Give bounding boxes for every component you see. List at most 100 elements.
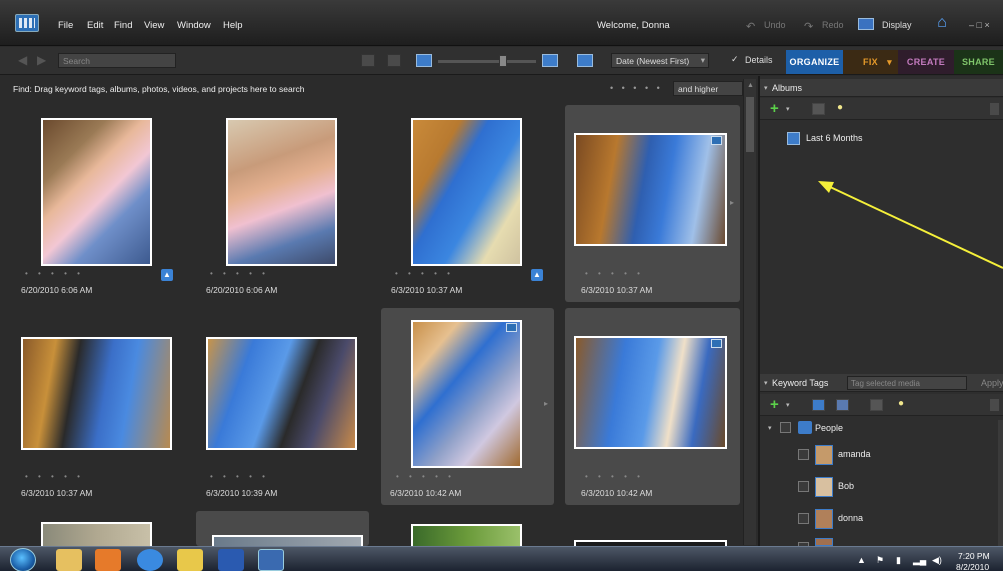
tab-organize[interactable]: ORGANIZE (786, 50, 843, 74)
edit-album-icon[interactable] (812, 103, 825, 115)
donna-checkbox[interactable] (798, 513, 809, 524)
menu-window[interactable]: Window (177, 20, 211, 31)
expand-stack-icon[interactable]: ▸ (730, 198, 734, 207)
thumbnail-small-icon[interactable] (416, 54, 432, 67)
rating-stars[interactable]: • • • • • (25, 269, 84, 278)
redo-icon[interactable]: ↷ (804, 20, 813, 33)
rating-stars[interactable]: • • • • • (25, 472, 84, 481)
home-icon[interactable]: ⌂ (932, 14, 952, 32)
add-keyword-dropdown-icon[interactable]: ▾ (786, 401, 790, 409)
keyword-donna[interactable]: donna (838, 513, 863, 523)
grid-scrollbar-thumb[interactable] (746, 97, 754, 152)
bob-checkbox[interactable] (798, 481, 809, 492)
menu-edit[interactable]: Edit (87, 20, 103, 31)
rating-stars[interactable]: • • • • • (210, 269, 269, 278)
photo-thumbnail[interactable] (574, 133, 727, 246)
photo-thumbnail[interactable] (574, 336, 727, 449)
keyword-bob[interactable]: Bob (838, 481, 854, 491)
display-button[interactable]: Display (882, 20, 912, 30)
add-album-icon[interactable]: + (770, 100, 779, 117)
albums-header[interactable]: ▾ Albums (760, 79, 1003, 97)
photo-thumbnail[interactable] (226, 118, 337, 266)
keyword-amanda[interactable]: amanda (838, 449, 871, 459)
window-controls[interactable]: – □ × (969, 20, 990, 30)
media-item[interactable]: ▸ • • • • • 6/3/2010 10:42 AM (381, 308, 554, 505)
media-item[interactable] (565, 512, 738, 546)
clock-time[interactable]: 7:20 PM (958, 551, 990, 561)
menu-help[interactable]: Help (223, 20, 243, 31)
forward-arrow-icon[interactable]: ▶ (37, 53, 46, 67)
photo-thumbnail[interactable] (21, 337, 172, 450)
tab-share[interactable]: SHARE (954, 50, 1003, 74)
tag-selected-media-input[interactable]: Tag selected media (847, 376, 967, 390)
album-item-last-6-months[interactable]: Last 6 Months (806, 133, 863, 143)
collapse-icon[interactable]: ▾ (764, 84, 768, 92)
media-item[interactable]: ▲ • • • • • 6/3/2010 10:37 AM (375, 100, 548, 296)
rating-stars[interactable]: • • • • • (210, 472, 269, 481)
sort-dropdown[interactable]: Date (Newest First) (611, 53, 709, 68)
clock-date[interactable]: 8/2/2010 (956, 562, 989, 571)
rating-stars[interactable]: • • • • • (396, 472, 455, 481)
media-player-taskbar-icon[interactable] (95, 549, 121, 571)
rating-stars[interactable]: • • • • • (395, 269, 454, 278)
details-checkbox[interactable]: ✓ (731, 54, 739, 65)
photo-thumbnail[interactable] (411, 524, 522, 546)
photoshop-elements-taskbar-icon[interactable] (258, 549, 284, 571)
media-item[interactable]: ▸ • • • • • 6/3/2010 10:37 AM (565, 105, 740, 302)
rating-filter-dropdown[interactable]: and higher (673, 81, 743, 96)
rating-stars[interactable]: • • • • • (585, 269, 644, 278)
security-taskbar-icon[interactable] (177, 549, 203, 571)
find-bar[interactable]: Find: Drag keyword tags, albums, photos,… (5, 79, 743, 99)
media-item[interactable]: • • • • • 6/3/2010 10:39 AM (190, 303, 363, 499)
photo-thumbnail[interactable] (411, 118, 522, 266)
collapse-icon[interactable]: ▾ (764, 379, 768, 387)
delete-keyword-icon[interactable] (990, 399, 999, 411)
slideshow-icon[interactable] (577, 54, 593, 67)
keyword-scrollbar[interactable] (998, 420, 1003, 546)
power-icon[interactable]: ▮ (896, 555, 901, 566)
tray-expand-icon[interactable]: ▲ (857, 555, 866, 565)
people-collapse-icon[interactable]: ▾ (768, 424, 772, 432)
tab-fix-dropdown-icon[interactable]: ▾ (887, 50, 892, 74)
explorer-taskbar-icon[interactable] (56, 549, 82, 571)
add-album-dropdown-icon[interactable]: ▾ (786, 105, 790, 113)
menu-view[interactable]: View (144, 20, 164, 31)
flag-icon[interactable]: ⚑ (876, 555, 884, 566)
menu-file[interactable]: File (58, 20, 73, 31)
thumbnail-large-icon[interactable] (542, 54, 558, 67)
add-keyword-icon[interactable]: + (770, 396, 779, 413)
network-icon[interactable]: ▂▄ (913, 555, 926, 566)
zoom-slider-thumb[interactable] (499, 55, 507, 67)
photo-thumbnail[interactable] (212, 535, 363, 546)
media-item[interactable] (375, 512, 548, 546)
apply-button[interactable]: Apply (981, 378, 1003, 388)
ie-taskbar-icon[interactable] (137, 549, 163, 571)
media-item[interactable]: • • • • • 6/3/2010 10:42 AM (565, 308, 740, 505)
volume-icon[interactable]: ◀) (932, 555, 942, 566)
photo-thumbnail[interactable] (206, 337, 357, 450)
keyword-image-icon[interactable] (870, 399, 883, 411)
redo-button[interactable]: Redo (822, 20, 844, 30)
search-input[interactable]: Search (58, 53, 176, 68)
undo-button[interactable]: Undo (764, 20, 786, 30)
media-item[interactable]: • • • • • 6/20/2010 6:06 AM (190, 100, 363, 296)
app-logo-icon[interactable] (15, 14, 39, 32)
compare-view-icon[interactable] (387, 54, 401, 67)
word-taskbar-icon[interactable] (218, 549, 244, 571)
smart-album-icon[interactable]: ● (837, 102, 843, 113)
start-button-icon[interactable] (10, 548, 36, 571)
keyword-find-icon[interactable] (836, 399, 849, 411)
undo-icon[interactable]: ↶ (746, 20, 755, 33)
photo-thumbnail[interactable] (411, 320, 522, 468)
keyword-edit-icon[interactable] (812, 399, 825, 411)
tab-create[interactable]: CREATE (898, 50, 954, 74)
expand-stack-icon[interactable]: ▸ (544, 399, 548, 408)
tab-fix[interactable]: FIX ▾ (843, 50, 898, 74)
back-arrow-icon[interactable]: ◀ (18, 53, 27, 67)
people-checkbox[interactable] (780, 422, 791, 433)
zoom-slider[interactable] (438, 60, 536, 63)
media-item[interactable]: ▲ • • • • • 6/20/2010 6:06 AM (5, 100, 178, 296)
photo-thumbnail[interactable] (41, 522, 152, 546)
media-item[interactable] (196, 511, 369, 546)
photo-thumbnail[interactable] (41, 118, 152, 266)
